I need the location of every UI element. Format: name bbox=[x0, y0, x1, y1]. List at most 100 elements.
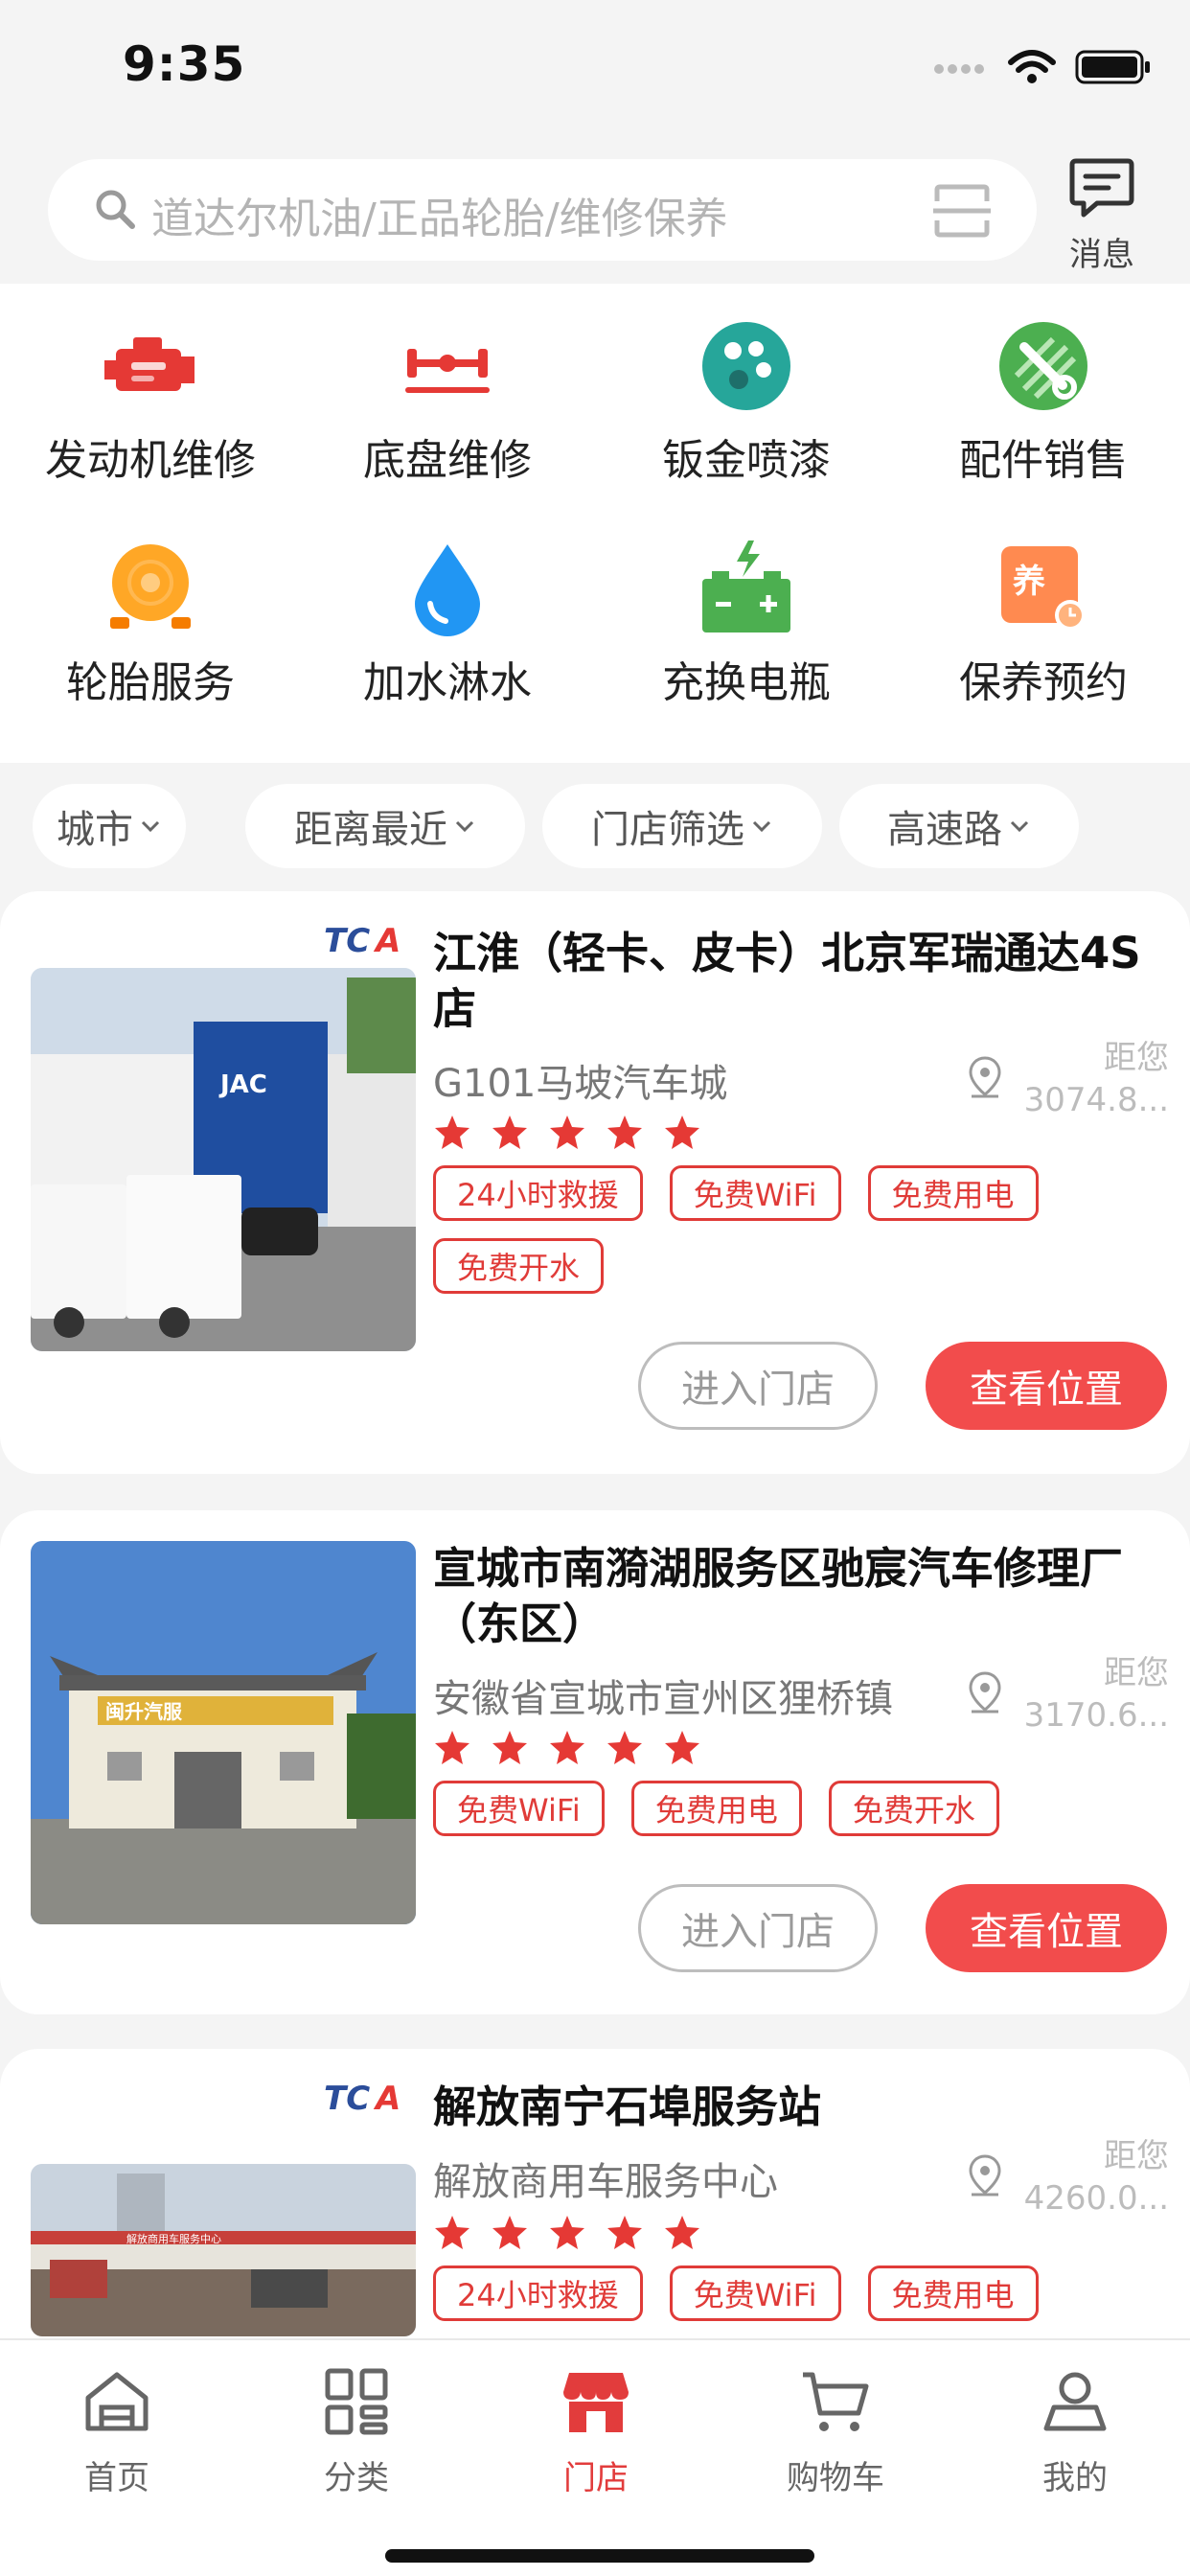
tab-profile[interactable]: 我的 bbox=[979, 2365, 1171, 2498]
chevron-down-icon bbox=[752, 820, 771, 833]
tag-free-wifi: 免费WiFi bbox=[669, 1165, 841, 1221]
enter-store-button[interactable]: 进入门店 bbox=[638, 1884, 878, 1972]
chassis-icon bbox=[405, 349, 490, 393]
tab-store[interactable]: 门店 bbox=[500, 2365, 692, 2498]
parts-wrench-icon bbox=[999, 322, 1087, 410]
star-icon bbox=[665, 1116, 699, 1149]
service-maintenance-booking[interactable]: 养 保养预约 bbox=[895, 540, 1190, 709]
distance-label: 距您 bbox=[1104, 2137, 1169, 2175]
star-icon bbox=[492, 1116, 527, 1149]
star-icon bbox=[435, 1731, 469, 1764]
signal-icon bbox=[934, 64, 984, 74]
star-icon bbox=[607, 2216, 642, 2249]
battery-icon bbox=[702, 540, 790, 632]
tab-label: 分类 bbox=[324, 2459, 389, 2497]
tag-free-wifi: 免费WiFi bbox=[669, 2266, 841, 2321]
store-sign: JAC bbox=[218, 1070, 267, 1099]
filter-label: 高速路 bbox=[887, 808, 1002, 852]
wifi-icon bbox=[1008, 50, 1056, 83]
store-photo: 闽升汽服 bbox=[31, 1541, 416, 1924]
search-bar[interactable]: 道达尔机油/正品轮胎/维修保养 bbox=[48, 159, 1037, 261]
status-bar: 9:35 bbox=[0, 0, 1190, 134]
tca-badge: TC A bbox=[320, 2080, 412, 2116]
store-name: 江淮（轻卡、皮卡）北京军瑞通达4S店 bbox=[433, 928, 1141, 1034]
distance-label: 距您 bbox=[1104, 1039, 1169, 1077]
tab-bar: 首页 分类 门店 购物车 我的 bbox=[0, 2338, 1190, 2576]
store-distance: 距您 4260.0... bbox=[1016, 2135, 1169, 2220]
enter-store-button[interactable]: 进入门店 bbox=[638, 1342, 878, 1430]
store-distance: 距您 3074.8... bbox=[1016, 1037, 1169, 1121]
location-pin-icon bbox=[969, 1671, 1001, 1714]
store-photo: 解放商用车服务中心 bbox=[31, 2164, 416, 2336]
service-grid: 发动机维修 底盘维修 钣金喷漆 配件销售 轮胎服务 加水淋水 充换电瓶 养 保养… bbox=[0, 284, 1190, 763]
filter-highway[interactable]: 高速路 bbox=[839, 784, 1079, 868]
star-icon bbox=[665, 2216, 699, 2249]
search-icon bbox=[96, 190, 135, 229]
store-tags: 24小时救援 免费WiFi 免费用电 免费开水 bbox=[433, 1165, 1123, 1294]
view-location-button[interactable]: 查看位置 bbox=[926, 1884, 1167, 1972]
tab-home[interactable]: 首页 bbox=[21, 2365, 213, 2498]
store-sign: 解放商用车服务中心 bbox=[126, 2232, 221, 2245]
star-icon bbox=[435, 1116, 469, 1149]
tag-free-power: 免费用电 bbox=[867, 2266, 1039, 2321]
chevron-down-icon bbox=[141, 820, 160, 833]
star-icon bbox=[550, 2216, 584, 2249]
service-chassis-repair[interactable]: 底盘维修 bbox=[299, 318, 596, 487]
tca-badge: TC A bbox=[320, 922, 412, 958]
water-drop-icon bbox=[415, 544, 480, 636]
chevron-down-icon bbox=[1010, 820, 1029, 833]
star-icon bbox=[607, 1116, 642, 1149]
rating-stars bbox=[433, 2214, 701, 2252]
service-label: 钣金喷漆 bbox=[662, 436, 831, 485]
svg-text:A: A bbox=[373, 2080, 400, 2116]
store-tags: 24小时救援 免费WiFi 免费用电 bbox=[433, 2266, 1123, 2321]
filter-city[interactable]: 城市 bbox=[33, 784, 186, 868]
rating-stars bbox=[433, 1114, 701, 1152]
store-address: 安徽省宣城市宣州区狸桥镇 bbox=[433, 1677, 893, 1721]
distance-value: 3074.8... bbox=[1023, 1081, 1169, 1119]
tire-icon bbox=[110, 544, 191, 629]
filter-store[interactable]: 门店筛选 bbox=[542, 784, 822, 868]
svg-text:养: 养 bbox=[1013, 563, 1045, 601]
store-card[interactable]: TC A JAC 江淮（轻卡、皮卡）北京军瑞通达4S店 G101马坡汽车城 距您… bbox=[0, 891, 1190, 1474]
tab-category[interactable]: 分类 bbox=[261, 2365, 452, 2498]
star-icon bbox=[492, 1731, 527, 1764]
scan-icon[interactable] bbox=[933, 184, 991, 238]
tag-free-water: 免费开水 bbox=[828, 1781, 999, 1836]
paint-palette-icon bbox=[702, 322, 790, 410]
service-engine-repair[interactable]: 发动机维修 bbox=[2, 318, 299, 487]
store-distance: 距您 3170.6... bbox=[1016, 1652, 1169, 1736]
filter-distance[interactable]: 距离最近 bbox=[245, 784, 525, 868]
store-address: 解放商用车服务中心 bbox=[433, 2160, 778, 2204]
cart-icon bbox=[803, 2372, 869, 2431]
store-address: G101马坡汽车城 bbox=[433, 1062, 728, 1106]
tag-24h-rescue: 24小时救援 bbox=[433, 2266, 643, 2321]
view-location-button[interactable]: 查看位置 bbox=[926, 1342, 1167, 1430]
status-indicators bbox=[933, 46, 1152, 88]
service-label: 充换电瓶 bbox=[662, 658, 831, 707]
location-pin-icon bbox=[969, 1056, 1001, 1098]
service-tire[interactable]: 轮胎服务 bbox=[2, 540, 299, 709]
rating-stars bbox=[433, 1729, 701, 1767]
tab-label: 我的 bbox=[1042, 2459, 1108, 2497]
star-icon bbox=[550, 1731, 584, 1764]
home-indicator bbox=[385, 2549, 814, 2563]
tag-free-wifi: 免费WiFi bbox=[433, 1781, 605, 1836]
tab-cart[interactable]: 购物车 bbox=[740, 2365, 931, 2498]
store-name: 解放南宁石埠服务站 bbox=[433, 2082, 822, 2132]
service-label: 轮胎服务 bbox=[66, 658, 235, 707]
tag-free-power: 免费用电 bbox=[630, 1781, 802, 1836]
service-water[interactable]: 加水淋水 bbox=[299, 540, 596, 709]
service-label: 发动机维修 bbox=[45, 436, 256, 485]
service-parts-sales[interactable]: 配件销售 bbox=[895, 318, 1190, 487]
service-paint[interactable]: 钣金喷漆 bbox=[598, 318, 895, 487]
store-card[interactable]: TC A 闽升汽服 宣城市南漪湖服务区驰宸汽车修理厂（东区） 安徽省宣城市宣州区… bbox=[0, 1510, 1190, 2014]
service-label: 加水淋水 bbox=[363, 658, 532, 707]
store-photo: JAC bbox=[31, 968, 416, 1351]
category-grid-icon bbox=[325, 2368, 388, 2435]
svg-text:TC: TC bbox=[324, 2080, 370, 2116]
message-button[interactable]: 消息 bbox=[1060, 153, 1144, 274]
service-battery[interactable]: 充换电瓶 bbox=[598, 540, 895, 709]
distance-value: 4260.0... bbox=[1023, 2179, 1169, 2218]
message-icon bbox=[1069, 158, 1134, 218]
